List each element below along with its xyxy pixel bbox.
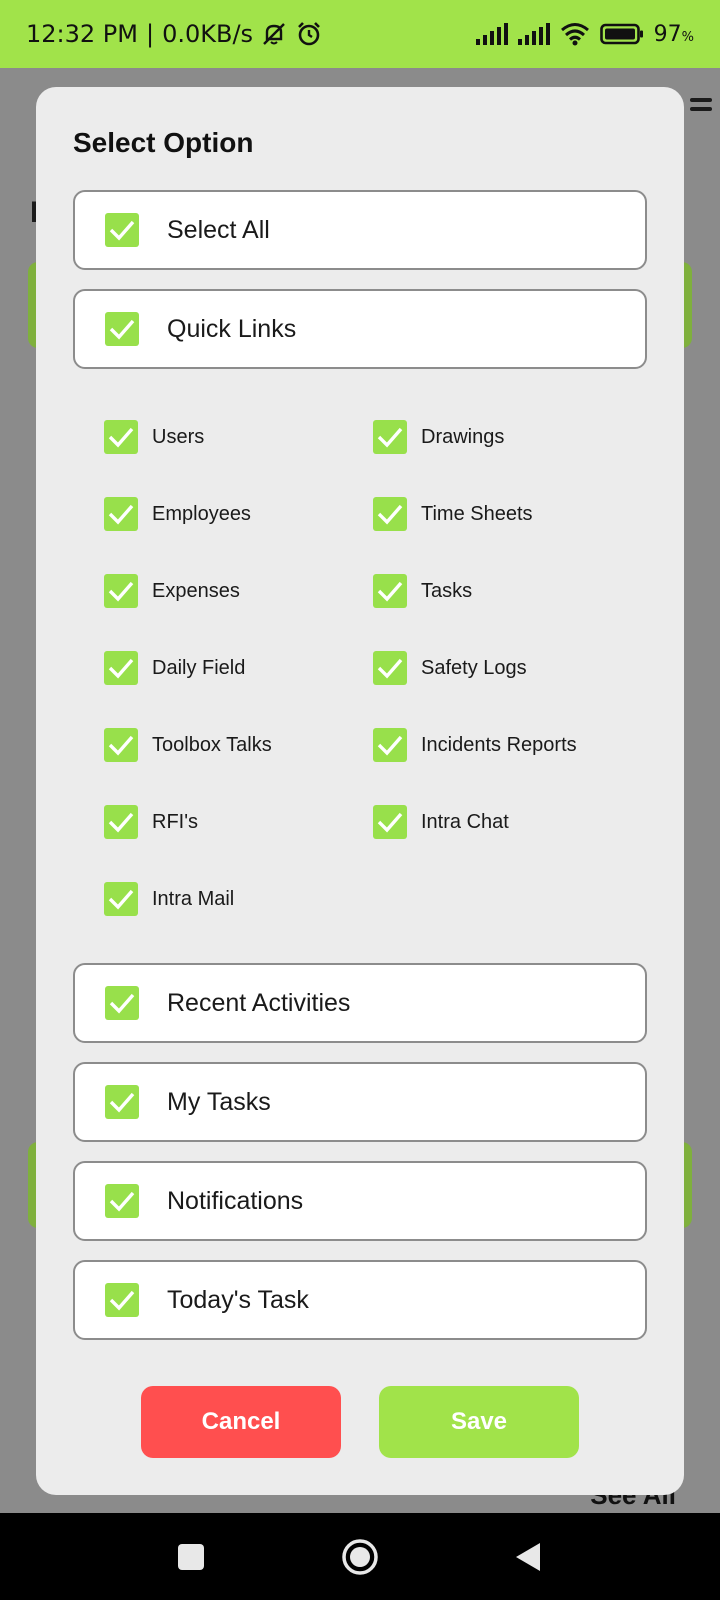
quick-link-label: Daily Field <box>152 656 246 679</box>
navigation-bar <box>0 1513 720 1600</box>
todays-task-option[interactable]: Today's Task <box>73 1260 647 1340</box>
dialog-title: Select Option <box>73 127 254 158</box>
checkbox-checked-icon[interactable] <box>373 497 407 531</box>
signal-icon <box>517 23 550 45</box>
notifications-option[interactable]: Notifications <box>73 1161 647 1241</box>
status-network-speed: 0.0KB/s <box>162 20 254 48</box>
quick-link-label: Toolbox Talks <box>152 733 272 756</box>
checkbox-checked-icon[interactable] <box>105 986 139 1020</box>
select-option-dialog: Select Option Select All Quick Links Use… <box>36 87 684 1495</box>
checkbox-checked-icon[interactable] <box>104 651 138 685</box>
my-tasks-option[interactable]: My Tasks <box>73 1062 647 1142</box>
quick-link-label: Drawings <box>421 425 505 448</box>
quick-link-label: Intra Mail <box>152 887 235 910</box>
todays-task-label: Today's Task <box>167 1285 309 1314</box>
quick-link-incidents-reports[interactable]: Incidents Reports <box>373 728 577 762</box>
recent-activities-option[interactable]: Recent Activities <box>73 963 647 1043</box>
quick-link-intra-mail[interactable]: Intra Mail <box>104 882 234 916</box>
checkbox-checked-icon[interactable] <box>373 728 407 762</box>
home-button[interactable] <box>315 1513 405 1600</box>
checkbox-checked-icon[interactable] <box>373 651 407 685</box>
recent-activities-label: Recent Activities <box>167 988 351 1017</box>
quick-link-employees[interactable]: Employees <box>104 497 251 531</box>
checkbox-checked-icon[interactable] <box>373 420 407 454</box>
quick-link-intra-chat[interactable]: Intra Chat <box>373 805 509 839</box>
checkbox-checked-icon[interactable] <box>105 1085 139 1119</box>
status-bar: 12:32 PM | 0.0KB/s 97% <box>0 0 720 68</box>
battery-icon <box>599 23 644 45</box>
menu-icon <box>690 98 712 120</box>
back-button[interactable] <box>483 1513 573 1600</box>
quick-link-label: Time Sheets <box>421 502 533 525</box>
quick-link-tasks[interactable]: Tasks <box>373 574 472 608</box>
battery-percent: 97 <box>653 21 682 47</box>
wifi-icon <box>560 22 590 46</box>
quick-link-label: Expenses <box>152 579 240 602</box>
checkbox-checked-icon[interactable] <box>104 805 138 839</box>
checkbox-checked-icon[interactable] <box>104 728 138 762</box>
quick-link-daily-field[interactable]: Daily Field <box>104 651 245 685</box>
quick-links-option[interactable]: Quick Links <box>73 289 647 369</box>
battery-percent-unit: % <box>681 29 694 45</box>
checkbox-checked-icon[interactable] <box>105 1184 139 1218</box>
select-all-label: Select All <box>167 215 270 244</box>
checkbox-checked-icon[interactable] <box>373 805 407 839</box>
quick-link-label: Safety Logs <box>421 656 527 679</box>
quick-links-label: Quick Links <box>167 314 297 343</box>
signal-icon <box>475 23 508 45</box>
status-separator: | <box>145 20 155 48</box>
mute-bell-icon <box>261 21 287 47</box>
quick-link-label: Users <box>152 425 205 448</box>
notifications-label: Notifications <box>167 1186 304 1215</box>
quick-link-label: Intra Chat <box>421 810 509 833</box>
my-tasks-label: My Tasks <box>167 1087 271 1116</box>
quick-link-time-sheets[interactable]: Time Sheets <box>373 497 533 531</box>
quick-link-toolbox-talks[interactable]: Toolbox Talks <box>104 728 272 762</box>
select-all-option[interactable]: Select All <box>73 190 647 270</box>
recent-apps-button[interactable] <box>146 1513 236 1600</box>
checkbox-checked-icon[interactable] <box>104 574 138 608</box>
home-circle-icon <box>342 1538 378 1575</box>
quick-link-rfis[interactable]: RFI's <box>104 805 198 839</box>
quick-link-label: RFI's <box>152 810 199 833</box>
checkbox-checked-icon[interactable] <box>104 882 138 916</box>
checkbox-checked-icon[interactable] <box>105 312 139 346</box>
checkbox-checked-icon[interactable] <box>105 213 139 247</box>
quick-link-label: Tasks <box>421 579 473 602</box>
quick-link-expenses[interactable]: Expenses <box>104 574 240 608</box>
quick-link-label: Employees <box>152 502 251 525</box>
checkbox-checked-icon[interactable] <box>104 497 138 531</box>
back-triangle-icon <box>516 1542 540 1571</box>
quick-link-safety-logs[interactable]: Safety Logs <box>373 651 527 685</box>
quick-link-drawings[interactable]: Drawings <box>373 420 504 454</box>
status-time: 12:32 PM <box>26 20 138 48</box>
checkbox-checked-icon[interactable] <box>104 420 138 454</box>
cancel-button[interactable]: Cancel <box>141 1386 341 1458</box>
square-icon <box>178 1543 204 1570</box>
quick-link-users[interactable]: Users <box>104 420 204 454</box>
save-button[interactable]: Save <box>379 1386 579 1458</box>
alarm-icon <box>295 20 323 48</box>
checkbox-checked-icon[interactable] <box>105 1283 139 1317</box>
checkbox-checked-icon[interactable] <box>373 574 407 608</box>
quick-link-label: Incidents Reports <box>421 733 577 756</box>
